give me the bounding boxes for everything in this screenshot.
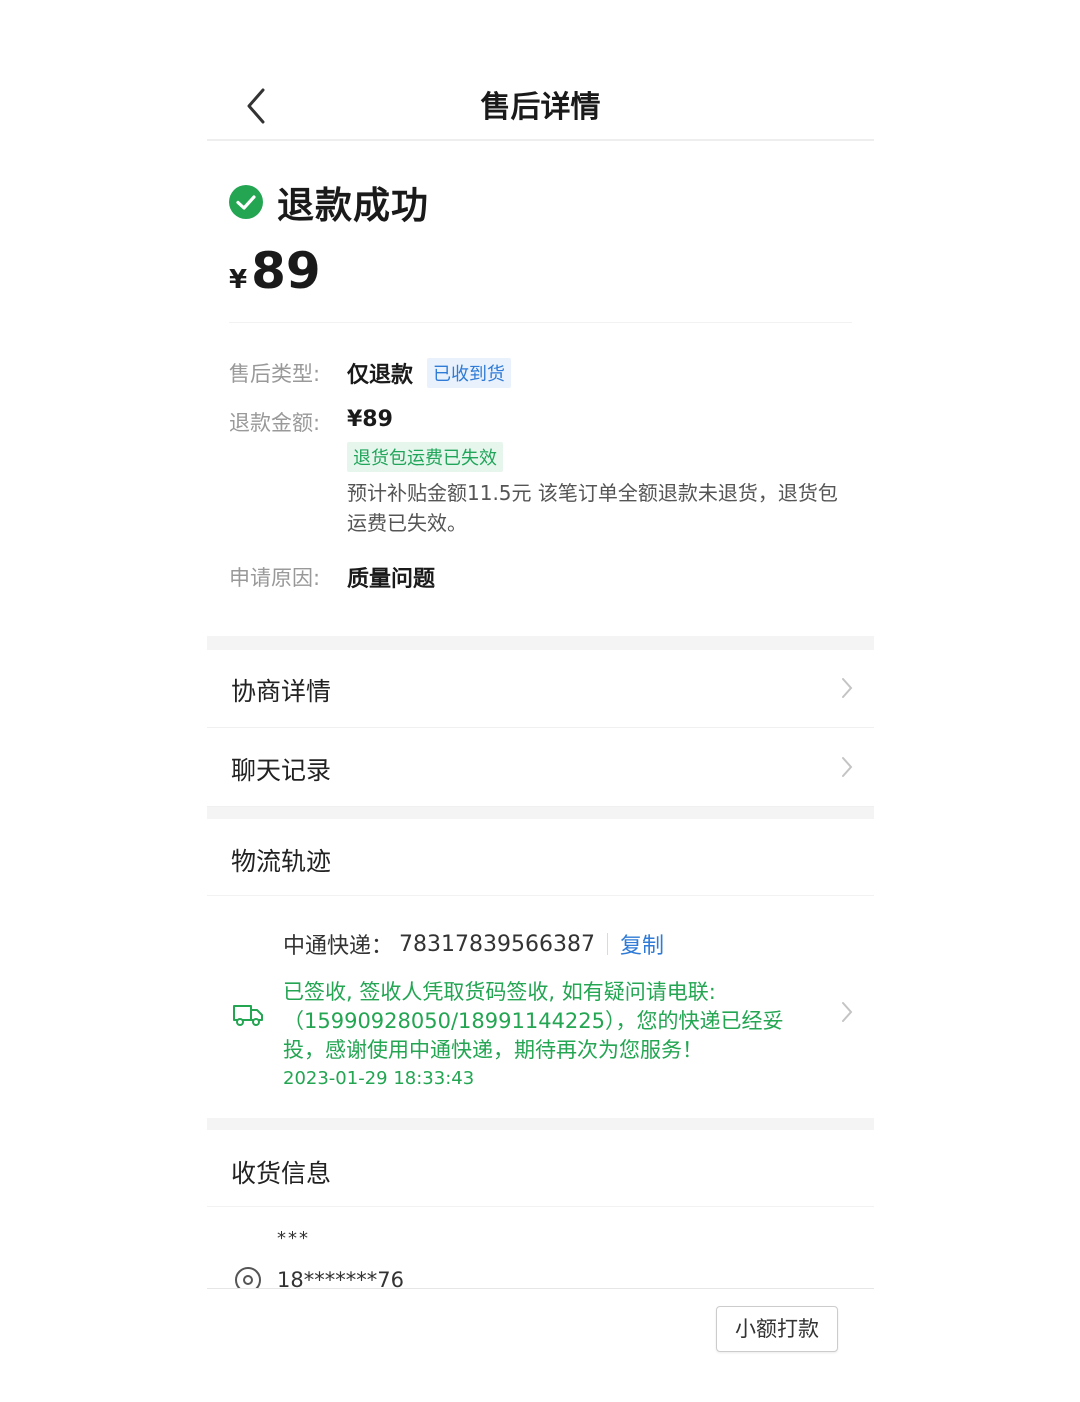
refund-amount-value: ¥89	[347, 407, 393, 432]
separator	[606, 933, 608, 955]
amount-label: 退款金额:	[229, 411, 321, 435]
section-gap	[207, 636, 874, 650]
small-payment-button[interactable]: 小额打款	[716, 1306, 838, 1352]
receiver-title: 收货信息	[231, 1159, 332, 1188]
type-value: 仅退款	[347, 363, 414, 388]
tracking-number: 78317839566387	[399, 931, 595, 957]
type-label: 售后类型:	[229, 362, 321, 386]
receiver-name: ***	[277, 1228, 310, 1249]
refund-status: 退款成功	[229, 175, 429, 229]
copy-button[interactable]: 复制	[620, 928, 664, 960]
check-circle-icon	[229, 185, 263, 219]
page-title: 售后详情	[480, 90, 601, 125]
divider	[207, 1206, 874, 1207]
chat-record-row[interactable]: 聊天记录	[207, 729, 874, 807]
shipping-insurance-tag: 退货包运费已失效	[347, 442, 503, 472]
amount-value: 89	[251, 242, 321, 300]
logistics-title: 物流轨迹	[231, 847, 332, 876]
status-text: 退款成功	[277, 184, 429, 227]
truck-icon	[233, 1005, 263, 1026]
chevron-right-icon	[842, 757, 853, 777]
reason-label: 申请原因:	[229, 566, 321, 590]
logistics-message: 已签收, 签收人凭取货码签收, 如有疑问请电联:（15990928050/189…	[283, 980, 784, 1062]
logistics-chevron-icon[interactable]	[840, 1000, 854, 1024]
subsidy-note: 预计补贴金额11.5元 该笔订单全额退款未退货，退货包运费已失效。	[347, 481, 838, 535]
refund-amount: ¥ 89	[229, 242, 321, 300]
divider	[229, 322, 852, 323]
bottom-action-bar: 小额打款	[207, 1288, 874, 1360]
received-goods-tag: 已收到货	[427, 358, 511, 388]
section-gap	[207, 1118, 874, 1130]
currency-symbol: ¥	[229, 265, 248, 295]
chevron-right-icon	[842, 678, 853, 698]
negotiation-label: 协商详情	[231, 677, 332, 706]
negotiation-detail-row[interactable]: 协商详情	[207, 650, 874, 728]
logistics-time: 2023-01-29 18:33:43	[283, 1068, 475, 1089]
section-gap	[207, 807, 874, 819]
after-sale-detail-screen: 售后详情 退款成功 ¥ 89 售后类型: 仅退款 已收到货 退款金额: ¥89 …	[207, 60, 874, 1360]
carrier-name: 中通快递：	[283, 934, 394, 959]
reason-value: 质量问题	[347, 567, 436, 592]
nav-header: 售后详情	[207, 60, 874, 141]
divider	[207, 895, 874, 896]
tracking-info: 中通快递： 78317839566387 复制	[283, 928, 664, 960]
chat-label: 聊天记录	[231, 756, 332, 785]
